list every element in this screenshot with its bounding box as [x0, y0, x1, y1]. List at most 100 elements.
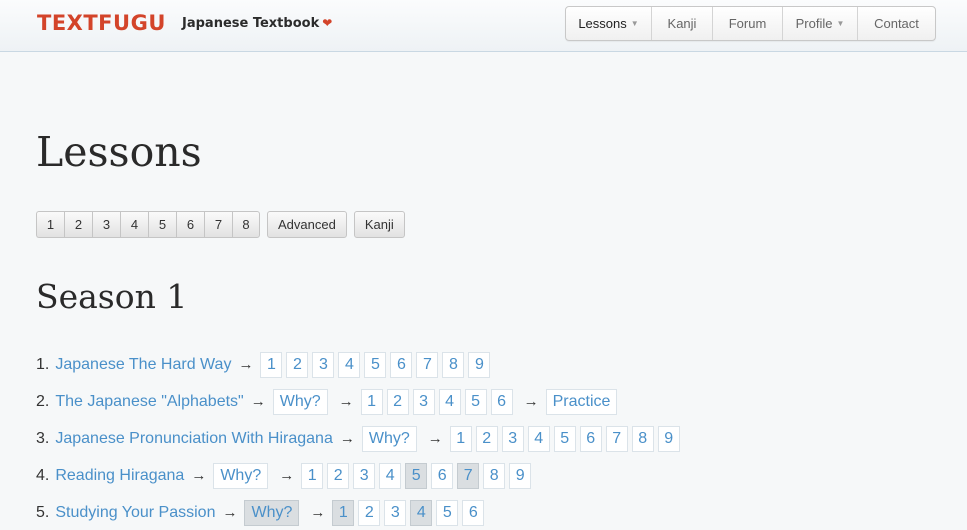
season-5-button[interactable]: 5: [148, 211, 176, 238]
season-1-button[interactable]: 1: [36, 211, 64, 238]
arrow-right-icon: →: [191, 467, 207, 484]
lesson-part-link[interactable]: 5: [364, 351, 387, 378]
nav-item-profile[interactable]: Profile ▼: [783, 7, 858, 40]
nav-item-lessons[interactable]: Lessons ▼: [566, 7, 652, 40]
lesson-part-link[interactable]: 7: [605, 425, 628, 452]
lesson-part-link[interactable]: 4: [438, 388, 461, 415]
lesson-practice-link[interactable]: Practice: [545, 388, 618, 415]
lesson-title-link[interactable]: The Japanese "Alphabets": [55, 393, 243, 411]
lesson-number: 4.: [36, 466, 50, 484]
lesson-part-link[interactable]: 4: [527, 425, 550, 452]
lesson-row: 1. Japanese The Hard Way → 1 2 3 4 5 6 7 8 9: [36, 346, 684, 383]
tagline-text: Japanese Textbook: [182, 16, 320, 31]
lesson-part-link[interactable]: 8: [483, 462, 506, 489]
lesson-part-link[interactable]: 2: [358, 499, 381, 526]
season-8-button[interactable]: 8: [232, 211, 260, 238]
lesson-part-link[interactable]: 9: [657, 425, 680, 452]
season-4-button[interactable]: 4: [120, 211, 148, 238]
lesson-part-link[interactable]: 9: [468, 351, 491, 378]
lesson-part-link[interactable]: 6: [462, 499, 485, 526]
season-button-group: 1 2 3 4 5 6 7 8 Advanced Kanji: [36, 211, 405, 238]
lesson-why-link[interactable]: Why?: [213, 462, 269, 489]
logo[interactable]: TEXTFUGU: [37, 11, 166, 35]
lesson-list: 1. Japanese The Hard Way → 1 2 3 4 5 6 7 8 9 2. The J…: [36, 346, 684, 530]
lesson-part-link[interactable]: 2: [386, 388, 409, 415]
lesson-part-link[interactable]: 5: [436, 499, 459, 526]
lesson-why-link[interactable]: Why?: [272, 388, 328, 415]
lesson-part-link[interactable]: 2: [475, 425, 498, 452]
main-nav: Lessons ▼ Kanji Forum Profile ▼ Contact: [565, 6, 936, 41]
arrow-right-icon: →: [238, 356, 254, 373]
lesson-part-link[interactable]: 2: [327, 462, 350, 489]
nav-item-contact[interactable]: Contact: [858, 7, 935, 40]
lesson-part-link[interactable]: 5: [405, 462, 428, 489]
season-number-buttons: 12345678: [36, 211, 260, 238]
lesson-part-link[interactable]: 1: [360, 388, 383, 415]
season-7-button[interactable]: 7: [204, 211, 232, 238]
kanji-button[interactable]: Kanji: [353, 211, 405, 238]
lesson-part-link[interactable]: 9: [509, 462, 532, 489]
nav-item-kanji[interactable]: Kanji: [652, 7, 713, 40]
lesson-part-link[interactable]: 1: [332, 499, 355, 526]
arrow-right-icon: →: [250, 393, 266, 410]
lesson-row: 4. Reading Hiragana → Why? → 1 2 3 4 5 6 7 8 9: [36, 457, 684, 494]
lesson-part-link[interactable]: 3: [412, 388, 435, 415]
season-2-button[interactable]: 2: [64, 211, 92, 238]
lesson-row: 3. Japanese Pronunciation With Hiragana → W…: [36, 420, 684, 457]
chevron-down-icon: ▼: [630, 19, 639, 28]
site-tagline: Japanese Textbook ❤: [182, 16, 332, 31]
lesson-why-link[interactable]: Why?: [244, 499, 300, 526]
lesson-why-link[interactable]: Why?: [361, 425, 417, 452]
lesson-part-link[interactable]: 6: [579, 425, 602, 452]
season-6-button[interactable]: 6: [176, 211, 204, 238]
nav-label: Kanji: [667, 16, 697, 31]
lesson-part-link[interactable]: 1: [260, 351, 283, 378]
lesson-part-link[interactable]: 4: [410, 499, 433, 526]
arrow-right-icon: →: [279, 467, 295, 484]
lesson-part-link[interactable]: 6: [431, 462, 454, 489]
lesson-part-link[interactable]: 6: [390, 351, 413, 378]
lesson-part-link[interactable]: 5: [464, 388, 487, 415]
lesson-number: 1.: [36, 355, 50, 373]
season-3-button[interactable]: 3: [92, 211, 120, 238]
lesson-part-link[interactable]: 3: [384, 499, 407, 526]
lesson-part-link[interactable]: 5: [553, 425, 576, 452]
lesson-part-link[interactable]: 7: [457, 462, 480, 489]
lesson-part-link[interactable]: 4: [379, 462, 402, 489]
lesson-number: 2.: [36, 392, 50, 410]
arrow-right-icon: →: [339, 430, 355, 447]
nav-item-forum[interactable]: Forum: [713, 7, 783, 40]
arrow-right-icon: →: [523, 393, 539, 410]
lesson-part-link[interactable]: 1: [449, 425, 472, 452]
lesson-part-link[interactable]: 3: [353, 462, 376, 489]
arrow-right-icon: →: [310, 504, 326, 521]
lesson-title-link[interactable]: Reading Hiragana: [55, 467, 184, 485]
lesson-title-link[interactable]: Japanese Pronunciation With Hiragana: [55, 430, 333, 448]
lesson-row: 2. The Japanese "Alphabets" → Why? → 1 2 3 4 5 6 → P…: [36, 383, 684, 420]
chevron-down-icon: ▼: [836, 19, 845, 28]
lesson-part-link[interactable]: 8: [442, 351, 465, 378]
lesson-part-link[interactable]: 7: [416, 351, 439, 378]
lesson-part-link[interactable]: 2: [286, 351, 309, 378]
season-title: Season 1: [36, 277, 188, 316]
arrow-right-icon: →: [427, 430, 443, 447]
lesson-title-link[interactable]: Japanese The Hard Way: [55, 356, 231, 374]
nav-label: Forum: [728, 16, 767, 31]
lesson-part-link[interactable]: 3: [501, 425, 524, 452]
lesson-part-link[interactable]: 3: [312, 351, 335, 378]
lesson-title-link[interactable]: Studying Your Passion: [55, 504, 215, 522]
lesson-part-link[interactable]: 1: [301, 462, 324, 489]
nav-label: Contact: [874, 16, 919, 31]
nav-label: Lessons: [578, 16, 627, 31]
lesson-row: 5. Studying Your Passion → Why? → 1 2 3 4 5 6: [36, 494, 684, 530]
lesson-part-link[interactable]: 8: [631, 425, 654, 452]
lesson-number: 5.: [36, 503, 50, 521]
lesson-part-link[interactable]: 4: [338, 351, 361, 378]
nav-label: Profile: [795, 16, 833, 31]
lesson-part-link[interactable]: 6: [490, 388, 513, 415]
arrow-right-icon: →: [338, 393, 354, 410]
advanced-button[interactable]: Advanced: [267, 211, 347, 238]
top-navbar: TEXTFUGU Japanese Textbook ❤ Lessons ▼ Kanj…: [0, 0, 967, 52]
page-title: Lessons: [36, 128, 202, 176]
heart-icon: ❤: [322, 16, 333, 30]
